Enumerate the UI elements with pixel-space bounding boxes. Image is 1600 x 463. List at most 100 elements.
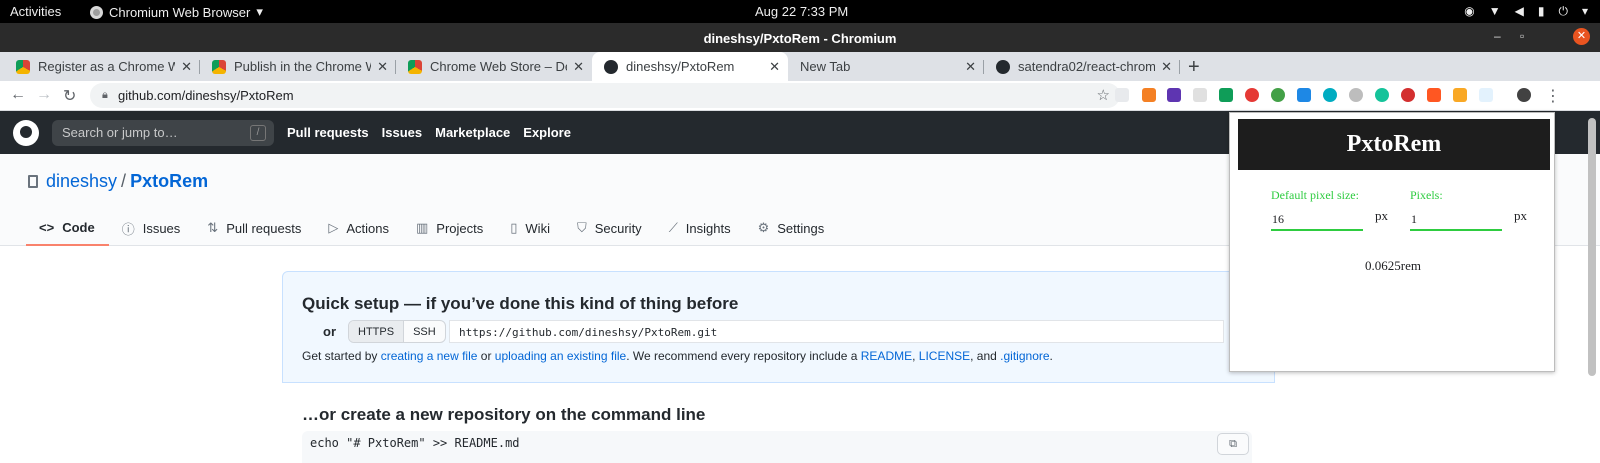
unit-label: px xyxy=(1375,208,1388,223)
pixels-input[interactable]: 1 xyxy=(1410,209,1502,231)
close-window-button[interactable]: ✕ xyxy=(1573,28,1590,45)
address-bar[interactable]: 🔒︎ github.com/dineshsy/PxtoRem ☆ xyxy=(90,83,1120,108)
extension-icon[interactable] xyxy=(1401,88,1415,102)
power-icon[interactable]: ⏻ xyxy=(1558,4,1568,19)
search-input[interactable]: Search or jump to… / xyxy=(52,120,274,146)
back-arrow-icon[interactable]: ← xyxy=(10,86,26,104)
forward-arrow-icon[interactable]: → xyxy=(36,86,52,104)
create-file-link[interactable]: creating a new file xyxy=(381,349,478,363)
gear-icon: ⚙ xyxy=(757,220,770,235)
window-title: dineshsy/PxtoRem - Chromium xyxy=(703,31,897,46)
activities-button[interactable]: Activities xyxy=(10,4,61,19)
github-logo-icon[interactable] xyxy=(13,120,39,146)
text-or: or xyxy=(477,349,495,363)
get-started-prefix: Get started by xyxy=(302,349,381,363)
extension-icon[interactable] xyxy=(1142,88,1156,102)
ssh-button[interactable]: SSH xyxy=(404,321,445,342)
tab-security[interactable]: ⛉ Security xyxy=(564,210,656,246)
tab-pull-requests[interactable]: ⇅ Pull requests xyxy=(194,210,315,246)
extension-icon[interactable] xyxy=(1271,88,1285,102)
extension-icon[interactable] xyxy=(1115,88,1129,102)
close-icon[interactable]: ✕ xyxy=(181,59,192,75)
upload-file-link[interactable]: uploading an existing file xyxy=(495,349,626,363)
new-tab-button[interactable]: + xyxy=(1188,56,1200,79)
browser-tab[interactable]: Chrome Web Store – Deve ✕ xyxy=(396,52,592,81)
tab-settings[interactable]: ⚙ Settings xyxy=(745,210,839,246)
browser-tab[interactable]: Publish in the Chrome We ✕ xyxy=(200,52,396,81)
maximize-icon[interactable]: ▫ xyxy=(1520,29,1524,43)
clone-url-field[interactable]: https://github.com/dineshsy/PxtoRem.git xyxy=(449,320,1224,343)
clock[interactable]: Aug 22 7:33 PM xyxy=(755,4,848,19)
tab-label: Projects xyxy=(436,220,484,236)
tab-actions[interactable]: ▷ Actions xyxy=(315,210,403,246)
lock-icon[interactable]: 🔒︎ xyxy=(102,89,108,102)
extension-icon[interactable] xyxy=(1297,88,1311,102)
readme-link[interactable]: README xyxy=(861,349,912,363)
browser-tab-active[interactable]: dineshsy/PxtoRem ✕ xyxy=(592,52,788,81)
minimize-icon[interactable]: – xyxy=(1494,29,1501,43)
extension-icon[interactable] xyxy=(1219,88,1233,102)
tab-projects[interactable]: ▥ Projects xyxy=(403,210,497,246)
battery-icon[interactable]: ▮ xyxy=(1538,4,1545,19)
repo-name-link[interactable]: PxtoRem xyxy=(130,171,208,192)
close-icon[interactable]: ✕ xyxy=(377,59,388,75)
chevron-down-icon[interactable]: ▾ xyxy=(1582,4,1588,19)
tab-wiki[interactable]: ▯ Wiki xyxy=(497,210,564,246)
extension-icon[interactable] xyxy=(1375,88,1389,102)
tab-label: Wiki xyxy=(525,220,550,236)
repo-title-separator: / xyxy=(121,171,127,191)
system-tray[interactable]: ◉ ▼ ◀ ▮ ⏻ ▾ xyxy=(1464,4,1588,19)
extension-icon[interactable] xyxy=(1479,88,1493,102)
tab-issues[interactable]: ⓘ Issues xyxy=(109,210,195,246)
nav-marketplace[interactable]: Marketplace xyxy=(435,125,510,140)
default-pixel-label: Default pixel size: xyxy=(1271,188,1359,202)
https-button[interactable]: HTTPS xyxy=(349,321,405,342)
wifi-icon[interactable]: ▼ xyxy=(1489,4,1501,19)
default-pixel-input[interactable]: 16 xyxy=(1271,209,1363,231)
close-icon[interactable]: ✕ xyxy=(965,59,976,75)
browser-tab[interactable]: satendra02/react-chrome ✕ xyxy=(984,52,1180,81)
bookmark-star-icon[interactable]: ☆ xyxy=(1097,86,1110,104)
tab-insights[interactable]: ⟋ Insights xyxy=(656,210,745,246)
kebab-menu-icon[interactable]: ⋮ xyxy=(1545,86,1561,106)
nav-issues[interactable]: Issues xyxy=(382,125,422,140)
tab-separator xyxy=(1179,60,1180,74)
popup-title: PxtoRem xyxy=(1238,119,1550,170)
quick-setup-box: Quick setup — if you’ve done this kind o… xyxy=(282,271,1275,383)
nav-explore[interactable]: Explore xyxy=(523,125,571,140)
tab-code[interactable]: <> Code xyxy=(26,210,109,246)
chrome-icon xyxy=(16,59,30,74)
nav-pull-requests[interactable]: Pull requests xyxy=(287,125,369,140)
browser-tab[interactable]: New Tab ✕ xyxy=(788,52,984,81)
extension-icon[interactable] xyxy=(1349,88,1363,102)
app-menu[interactable]: Chromium Web Browser ▾ xyxy=(90,4,263,20)
repo-owner-link[interactable]: dineshsy xyxy=(46,171,117,192)
license-link[interactable]: LICENSE xyxy=(919,349,970,363)
extension-icon[interactable] xyxy=(1245,88,1259,102)
browser-toolbar: ← → ↻ 🔒︎ github.com/dineshsy/PxtoRem ☆ ⋮ xyxy=(0,81,1600,111)
volume-icon[interactable]: ◀ xyxy=(1515,4,1524,19)
extension-icon[interactable] xyxy=(1323,88,1337,102)
discord-icon[interactable]: ◉ xyxy=(1464,4,1474,19)
reload-icon[interactable]: ↻ xyxy=(63,86,76,106)
extension-icon[interactable] xyxy=(1193,88,1207,102)
protocol-toggle: HTTPS SSH xyxy=(348,320,446,343)
close-icon[interactable]: ✕ xyxy=(769,59,780,75)
extension-icon[interactable] xyxy=(1427,88,1441,102)
or-label: or xyxy=(323,324,336,339)
tab-label: satendra02/react-chrome xyxy=(1018,59,1156,74)
extension-icon[interactable] xyxy=(1167,88,1181,102)
address-url[interactable]: github.com/dineshsy/PxtoRem xyxy=(118,88,294,103)
play-icon: ▷ xyxy=(328,220,339,235)
close-icon[interactable]: ✕ xyxy=(1161,59,1172,75)
webstore-icon xyxy=(408,59,422,74)
tab-label: Settings xyxy=(777,220,825,236)
browser-tab[interactable]: Register as a Chrome Web ✕ xyxy=(4,52,200,81)
gitignore-link[interactable]: .gitignore xyxy=(1000,349,1049,363)
avatar[interactable] xyxy=(1517,88,1531,102)
close-icon[interactable]: ✕ xyxy=(573,59,584,75)
issue-icon: ⓘ xyxy=(121,221,135,237)
extension-icon[interactable] xyxy=(1453,88,1467,102)
clipboard-icon[interactable]: ⧉ xyxy=(1217,433,1249,455)
page-scrollbar[interactable] xyxy=(1588,118,1596,376)
